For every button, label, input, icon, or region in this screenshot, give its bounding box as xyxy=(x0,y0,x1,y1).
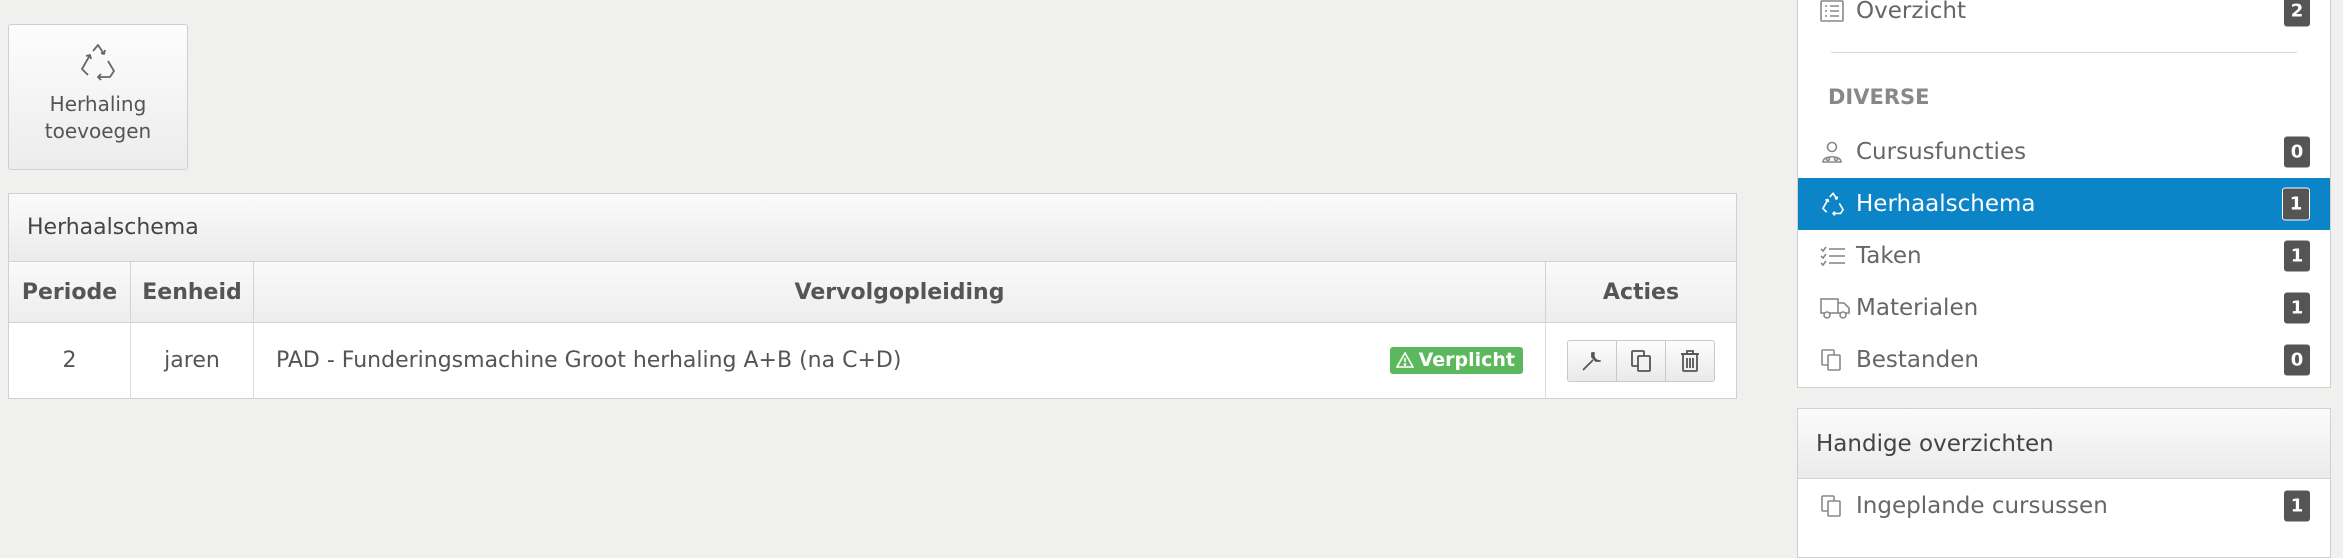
sidebar-item-label: Ingeplande cursussen xyxy=(1856,493,2108,519)
edit-button[interactable] xyxy=(1568,340,1617,381)
sidebar-item-label: Herhaalschema xyxy=(1856,191,2036,217)
cell-actions xyxy=(1546,323,1737,399)
required-badge-label: Verplicht xyxy=(1418,349,1515,371)
column-header-course[interactable]: Vervolgopleiding xyxy=(253,262,1546,323)
sidebar-item-ingeplande-cursussen[interactable]: Ingeplande cursussen 1 xyxy=(1798,480,2330,532)
warning-icon xyxy=(1395,352,1414,368)
table-row: 2 jaren PAD - Funderingsmachine Groot he… xyxy=(9,322,1737,399)
handy-overviews-title: Handige overzichten xyxy=(1798,409,2330,479)
required-badge: Verplicht xyxy=(1389,347,1523,374)
copy-icon xyxy=(1631,349,1651,372)
column-header-period[interactable]: Periode xyxy=(9,262,131,323)
delete-button[interactable] xyxy=(1666,340,1714,381)
files-icon xyxy=(1820,494,1850,518)
count-badge: 0 xyxy=(2284,136,2310,168)
action-button-group xyxy=(1567,339,1715,382)
sidebar-item-herhaalschema[interactable]: Herhaalschema 1 xyxy=(1798,178,2330,230)
sidebar-divider xyxy=(1831,52,2297,53)
sidebar-item-label: Overzicht xyxy=(1856,0,1967,24)
add-repeat-label-2: toevoegen xyxy=(44,119,152,143)
cell-period: 2 xyxy=(9,322,131,398)
trash-icon xyxy=(1681,349,1699,372)
count-badge: 2 xyxy=(2284,0,2310,27)
sidebar-item-label: Taken xyxy=(1856,243,1922,269)
sidebar-item-cursusfuncties[interactable]: Cursusfuncties 0 xyxy=(1798,126,2330,178)
repeat-schedule-panel: Herhaalschema Periode Eenheid Vervolgopl… xyxy=(8,193,1737,399)
sidebar-item-materialen[interactable]: Materialen 1 xyxy=(1798,282,2330,334)
sidebar-item-taken[interactable]: Taken 1 xyxy=(1798,230,2330,282)
list-icon xyxy=(1820,0,1850,22)
sidebar-item-bestanden[interactable]: Bestanden 0 xyxy=(1798,334,2330,386)
count-badge: 1 xyxy=(2284,490,2310,522)
tasks-icon xyxy=(1820,245,1850,267)
user-icon xyxy=(1820,140,1850,164)
handy-overviews-panel: Handige overzichten Ingeplande cursussen… xyxy=(1797,408,2331,558)
sidebar-item-label: Materialen xyxy=(1856,295,1979,321)
sidebar-item-label: Cursusfuncties xyxy=(1856,139,2027,165)
panel-title: Herhaalschema xyxy=(9,194,1736,262)
count-badge: 0 xyxy=(2284,344,2310,376)
sidebar-item-label: Bestanden xyxy=(1856,347,1979,373)
course-name: PAD - Funderingsmachine Groot herhaling … xyxy=(276,348,902,373)
add-repeat-button[interactable]: Herhaling toevoegen xyxy=(8,24,188,170)
recycle-icon xyxy=(81,44,115,81)
count-badge: 1 xyxy=(2284,240,2310,272)
repeat-schedule-table: Periode Eenheid Vervolgopleiding Acties … xyxy=(9,262,1736,398)
column-header-unit[interactable]: Eenheid xyxy=(130,262,254,323)
add-repeat-label-1: Herhaling xyxy=(49,92,147,116)
sidebar-item-overzicht[interactable]: Overzicht 2 xyxy=(1798,0,2330,37)
count-badge: 1 xyxy=(2284,292,2310,324)
sidebar-section-title: DIVERSE xyxy=(1828,85,1930,109)
count-badge: 1 xyxy=(2282,187,2310,221)
sidebar: Overzicht 2 DIVERSE Cursusfuncties 0 Her… xyxy=(1797,0,2331,388)
column-header-actions: Acties xyxy=(1545,262,1736,323)
recycle-icon xyxy=(1820,192,1850,216)
copy-button[interactable] xyxy=(1617,340,1666,381)
cell-unit: jaren xyxy=(130,322,254,398)
truck-icon xyxy=(1820,297,1850,319)
files-icon xyxy=(1820,348,1850,372)
cell-course: PAD - Funderingsmachine Groot herhaling … xyxy=(253,322,1546,398)
wrench-icon xyxy=(1582,351,1601,371)
